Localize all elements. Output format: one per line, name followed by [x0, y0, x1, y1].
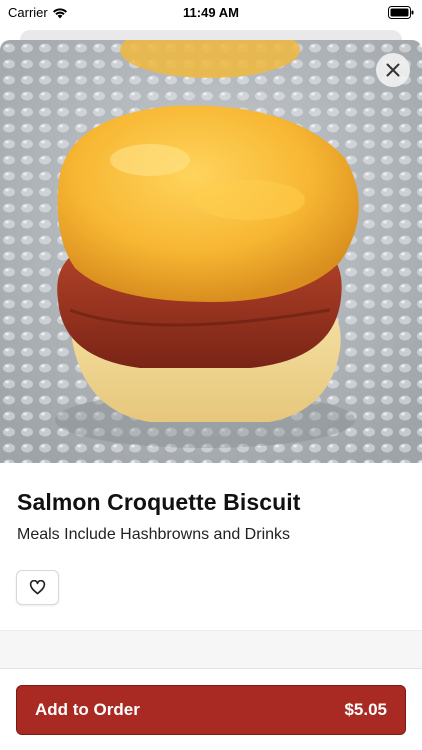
heart-icon [29, 580, 46, 595]
close-button[interactable] [376, 53, 410, 87]
battery-icon [388, 6, 414, 24]
clock: 11:49 AM [183, 5, 239, 20]
footer-bar: Add to Order $5.05 [0, 668, 422, 750]
product-subtitle: Meals Include Hashbrowns and Drinks [17, 526, 291, 543]
favorite-button[interactable] [16, 570, 59, 605]
price-label: $5.05 [344, 700, 387, 719]
product-image [0, 40, 422, 463]
food-photo [0, 40, 422, 463]
status-bar: Carrier 11:49 AM [0, 0, 422, 26]
section-divider [0, 630, 422, 668]
add-to-order-button[interactable]: Add to Order $5.05 [16, 685, 406, 735]
product-title: Salmon Croquette Biscuit [17, 489, 301, 515]
product-info: Salmon Croquette Biscuit Meals Include H… [0, 463, 422, 631]
add-to-order-label: Add to Order [35, 700, 140, 719]
close-icon [386, 63, 400, 77]
